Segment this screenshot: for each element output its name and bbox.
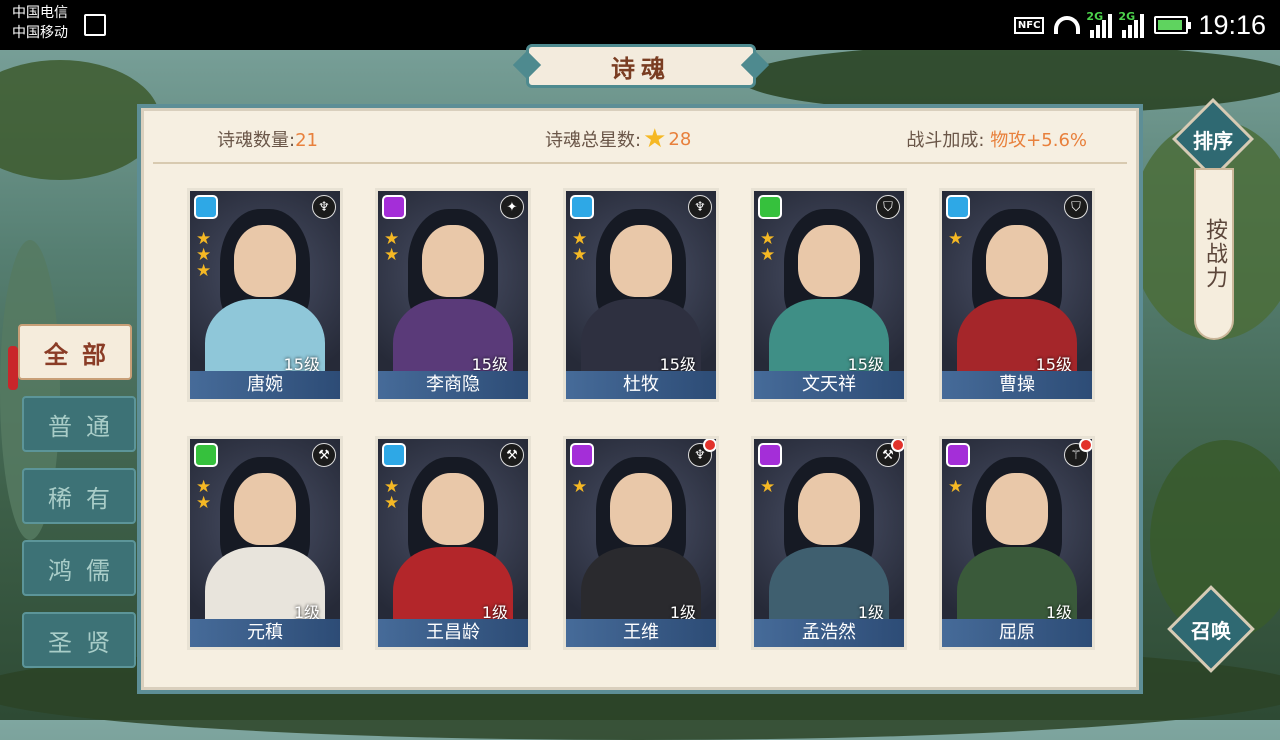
card-name: 曹操 bbox=[942, 371, 1092, 399]
star-icon: ★ bbox=[760, 245, 776, 265]
tab-4[interactable]: 圣贤 bbox=[22, 612, 136, 668]
carrier-2: 中国移动 bbox=[12, 25, 68, 41]
rarity-gem-icon bbox=[758, 195, 782, 219]
axe-icon: ⚒ bbox=[500, 443, 524, 467]
wifi-icon bbox=[1054, 16, 1081, 34]
carrier-1: 中国电信 bbox=[12, 5, 68, 21]
card-name: 文天祥 bbox=[754, 371, 904, 399]
summon-button[interactable]: 召唤 bbox=[1180, 598, 1242, 660]
bow-icon: ♆ bbox=[312, 195, 336, 219]
rarity-gem-icon bbox=[194, 443, 218, 467]
tab-0[interactable]: 全部 bbox=[18, 324, 132, 380]
soul-count-value: 21 bbox=[295, 130, 318, 151]
dagger-icon: ✦ bbox=[500, 195, 524, 219]
soul-card[interactable]: ♆ ★ 1级 王维 bbox=[563, 436, 719, 650]
tassel-ornament bbox=[8, 346, 18, 390]
gallery-icon bbox=[84, 14, 106, 36]
signal-icon: 2G bbox=[1086, 10, 1113, 38]
shield-icon: ⛉ bbox=[1064, 195, 1088, 219]
sort-button[interactable]: 排序 bbox=[1184, 110, 1242, 168]
soul-card[interactable]: ⚒ ★ ★ 1级 王昌龄 bbox=[375, 436, 531, 650]
battle-bonus-value: 物攻+5.6% bbox=[990, 130, 1087, 151]
star-rating: ★ bbox=[760, 477, 776, 497]
rarity-gem-icon bbox=[758, 443, 782, 467]
stats-bar: 诗魂数量:21 诗魂总星数: ★ 28 战斗加成: 物攻+5.6% bbox=[153, 116, 1127, 164]
soul-count-label: 诗魂数量: bbox=[217, 130, 296, 151]
star-rating: ★ ★ bbox=[384, 479, 400, 513]
notification-dot bbox=[1079, 439, 1092, 452]
rarity-gem-icon bbox=[382, 195, 406, 219]
star-icon: ★ bbox=[572, 477, 588, 497]
soul-card[interactable]: ♆ ★ ★ ★ 15级 唐婉 bbox=[187, 188, 343, 402]
card-name: 杜牧 bbox=[566, 371, 716, 399]
star-rating: ★ ★ bbox=[760, 231, 776, 265]
card-name: 元稹 bbox=[190, 619, 340, 647]
signal-icon-2: 2G bbox=[1118, 10, 1145, 38]
soul-card[interactable]: ⚒ ★ ★ 1级 元稹 bbox=[187, 436, 343, 650]
star-icon: ★ bbox=[196, 261, 212, 281]
soul-card[interactable]: ⛉ ★ 15级 曹操 bbox=[939, 188, 1095, 402]
rarity-gem-icon bbox=[194, 195, 218, 219]
total-stars-value: 28 bbox=[668, 128, 692, 150]
card-name: 屈原 bbox=[942, 619, 1092, 647]
bow-icon: ♆ bbox=[688, 195, 712, 219]
soul-card[interactable]: ⛉ ★ ★ 15级 文天祥 bbox=[751, 188, 907, 402]
battle-bonus-label: 战斗加成: bbox=[906, 130, 985, 151]
sort-mode-label: 按战力 bbox=[1202, 218, 1227, 290]
soul-card[interactable]: ⚚ ★ 1级 屈原 bbox=[939, 436, 1095, 650]
sort-mode-scroll[interactable]: 按战力 bbox=[1194, 168, 1234, 340]
soul-card[interactable]: ♆ ★ ★ 15级 杜牧 bbox=[563, 188, 719, 402]
soul-card[interactable]: ⚒ ★ 1级 孟浩然 bbox=[751, 436, 907, 650]
tab-2[interactable]: 稀有 bbox=[22, 468, 136, 524]
rarity-gem-icon bbox=[570, 195, 594, 219]
nfc-icon: NFC bbox=[1013, 16, 1045, 34]
star-icon: ★ bbox=[384, 493, 400, 513]
star-rating: ★ bbox=[948, 477, 964, 497]
total-stars-label: 诗魂总星数: bbox=[545, 130, 642, 151]
soul-collection-panel: 诗魂数量:21 诗魂总星数: ★ 28 战斗加成: 物攻+5.6% ♆ ★ ★ ★ 15… bbox=[137, 104, 1143, 694]
shield-icon: ⛉ bbox=[876, 195, 900, 219]
notification-dot bbox=[891, 439, 904, 452]
star-rating: ★ ★ bbox=[196, 479, 212, 513]
tab-3[interactable]: 鸿儒 bbox=[22, 540, 136, 596]
star-rating: ★ ★ bbox=[572, 231, 588, 265]
star-rating: ★ ★ ★ bbox=[196, 231, 212, 281]
star-rating: ★ bbox=[572, 477, 588, 497]
rarity-gem-icon bbox=[946, 443, 970, 467]
clock: 19:16 bbox=[1198, 9, 1266, 40]
card-name: 唐婉 bbox=[190, 371, 340, 399]
card-name: 孟浩然 bbox=[754, 619, 904, 647]
soul-count: 诗魂数量:21 bbox=[217, 126, 318, 152]
star-icon: ★ bbox=[760, 477, 776, 497]
star-rating: ★ ★ bbox=[384, 231, 400, 265]
star-icon: ★ bbox=[948, 477, 964, 497]
network-type-2: 2G bbox=[1118, 10, 1136, 23]
axe-icon: ⚒ bbox=[312, 443, 336, 467]
page-title: 诗魂 bbox=[526, 44, 756, 88]
star-icon: ★ bbox=[643, 124, 667, 154]
soul-card[interactable]: ✦ ★ ★ 15级 李商隐 bbox=[375, 188, 531, 402]
star-rating: ★ bbox=[948, 229, 964, 249]
card-name: 李商隐 bbox=[378, 371, 528, 399]
rarity-gem-icon bbox=[382, 443, 406, 467]
battle-bonus: 战斗加成: 物攻+5.6% bbox=[906, 126, 1087, 152]
tab-1[interactable]: 普通 bbox=[22, 396, 136, 452]
star-icon: ★ bbox=[196, 493, 212, 513]
rarity-gem-icon bbox=[946, 195, 970, 219]
status-bar: 中国电信 中国移动 NFC 2G 2G 19:16 bbox=[0, 0, 1280, 50]
total-stars: 诗魂总星数: ★ 28 bbox=[545, 126, 691, 152]
star-icon: ★ bbox=[948, 229, 964, 249]
star-icon: ★ bbox=[384, 245, 400, 265]
notification-dot bbox=[703, 439, 716, 452]
rarity-gem-icon bbox=[570, 443, 594, 467]
card-name: 王昌龄 bbox=[378, 619, 528, 647]
battery-icon bbox=[1154, 16, 1192, 34]
card-name: 王维 bbox=[566, 619, 716, 647]
network-type-1: 2G bbox=[1086, 10, 1104, 23]
star-icon: ★ bbox=[572, 245, 588, 265]
